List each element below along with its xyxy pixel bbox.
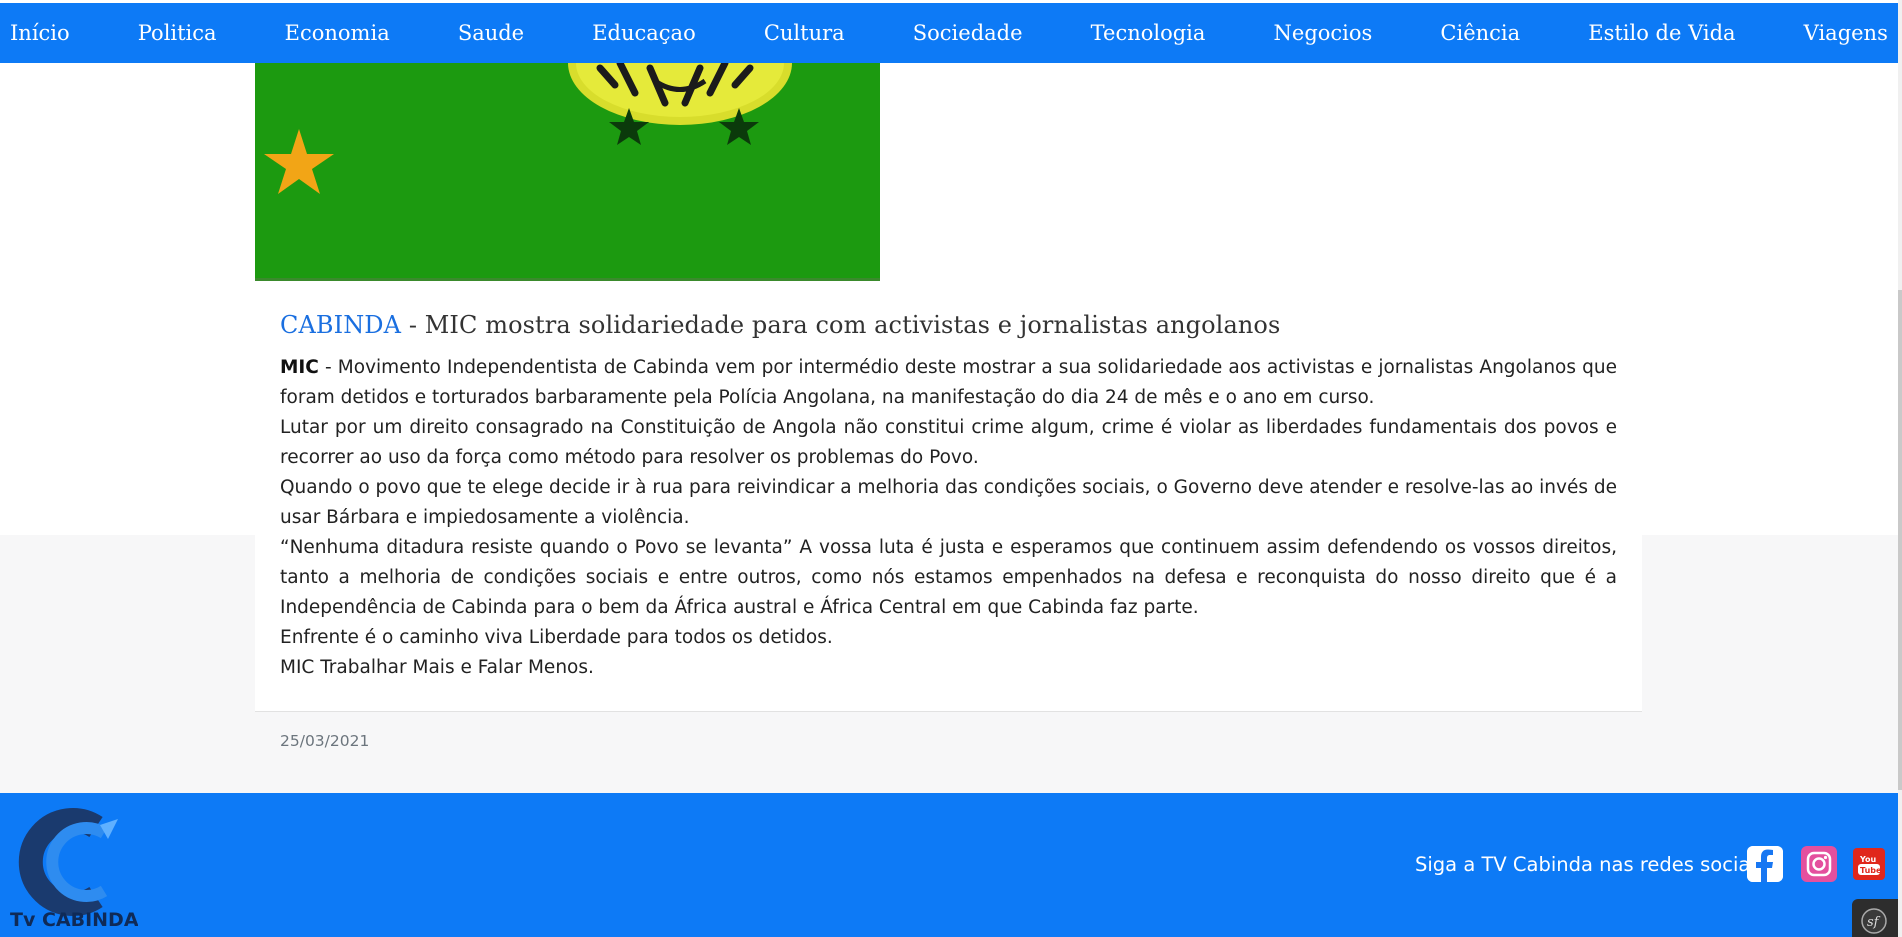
nav-item-inicio[interactable]: Início bbox=[10, 21, 70, 45]
article-title-text: - MIC mostra solidariedade para com acti… bbox=[401, 311, 1281, 339]
article-date: 25/03/2021 bbox=[280, 732, 370, 750]
svg-text:Tube: Tube bbox=[1860, 866, 1882, 875]
article-title[interactable]: CABINDA - MIC mostra solidariedade para … bbox=[280, 311, 1617, 339]
top-navigation: Início Politica Economia Saude Educaçao … bbox=[0, 3, 1898, 63]
tv-cabinda-logo[interactable]: Tv CABINDA bbox=[8, 805, 139, 933]
nav-item-ciencia[interactable]: Ciência bbox=[1440, 21, 1520, 45]
article-kicker: CABINDA bbox=[280, 311, 402, 339]
instagram-icon[interactable] bbox=[1801, 846, 1837, 882]
nav-item-tecnologia[interactable]: Tecnologia bbox=[1091, 21, 1206, 45]
nav-item-sociedade[interactable]: Sociedade bbox=[913, 21, 1023, 45]
article-body: MIC - Movimento Independentista de Cabin… bbox=[280, 353, 1617, 683]
flag-bottom-edge bbox=[255, 278, 880, 281]
article-paragraph: MIC Trabalhar Mais e Falar Menos. bbox=[280, 657, 594, 678]
article-card: CABINDA - MIC mostra solidariedade para … bbox=[255, 63, 1642, 772]
svg-text:You: You bbox=[1859, 855, 1877, 864]
symfony-toolbar-toggle[interactable]: sf bbox=[1852, 899, 1902, 937]
article-paragraph: Enfrente é o caminho viva Liberdade para… bbox=[280, 627, 833, 648]
nav-item-educacao[interactable]: Educaçao bbox=[592, 21, 696, 45]
cabinda-flag-icon bbox=[255, 63, 880, 281]
nav-item-cultura[interactable]: Cultura bbox=[764, 21, 845, 45]
article-paragraph: “Nenhuma ditadura resiste quando o Povo … bbox=[280, 537, 1617, 618]
nav-item-saude[interactable]: Saude bbox=[458, 21, 524, 45]
article-content: CABINDA - MIC mostra solidariedade para … bbox=[280, 311, 1617, 683]
article-paragraph: Quando o povo que te elege decide ir à r… bbox=[280, 477, 1617, 528]
site-footer: Tv CABINDA Siga a TV Cabinda nas redes s… bbox=[0, 793, 1902, 937]
nav-item-economia[interactable]: Economia bbox=[285, 21, 390, 45]
article-paragraph: MIC - Movimento Independentista de Cabin… bbox=[280, 353, 1617, 413]
nav-item-viagens[interactable]: Viagens bbox=[1804, 21, 1888, 45]
facebook-icon[interactable] bbox=[1747, 846, 1783, 882]
tv-cabinda-logo-icon: Tv CABINDA bbox=[10, 808, 139, 931]
logo-text: Tv CABINDA bbox=[10, 909, 138, 931]
article-lead-bold: MIC bbox=[280, 357, 319, 378]
nav-item-estilo-de-vida[interactable]: Estilo de Vida bbox=[1588, 21, 1735, 45]
youtube-icon[interactable]: You Tube bbox=[1853, 848, 1885, 880]
nav-item-negocios[interactable]: Negocios bbox=[1274, 21, 1373, 45]
article-footer: 25/03/2021 bbox=[255, 711, 1642, 772]
symfony-icon: sf bbox=[1861, 908, 1887, 934]
article-flag-image bbox=[255, 63, 880, 281]
scrollbar-thumb[interactable] bbox=[1898, 290, 1902, 790]
vertical-scrollbar[interactable] bbox=[1898, 0, 1902, 937]
nav-item-politica[interactable]: Politica bbox=[138, 21, 217, 45]
article-paragraph: Lutar por um direito consagrado na Const… bbox=[280, 417, 1617, 468]
article-paragraph-text: - Movimento Independentista de Cabinda v… bbox=[280, 357, 1617, 408]
social-follow-text: Siga a TV Cabinda nas redes sociais bbox=[1415, 853, 1766, 876]
